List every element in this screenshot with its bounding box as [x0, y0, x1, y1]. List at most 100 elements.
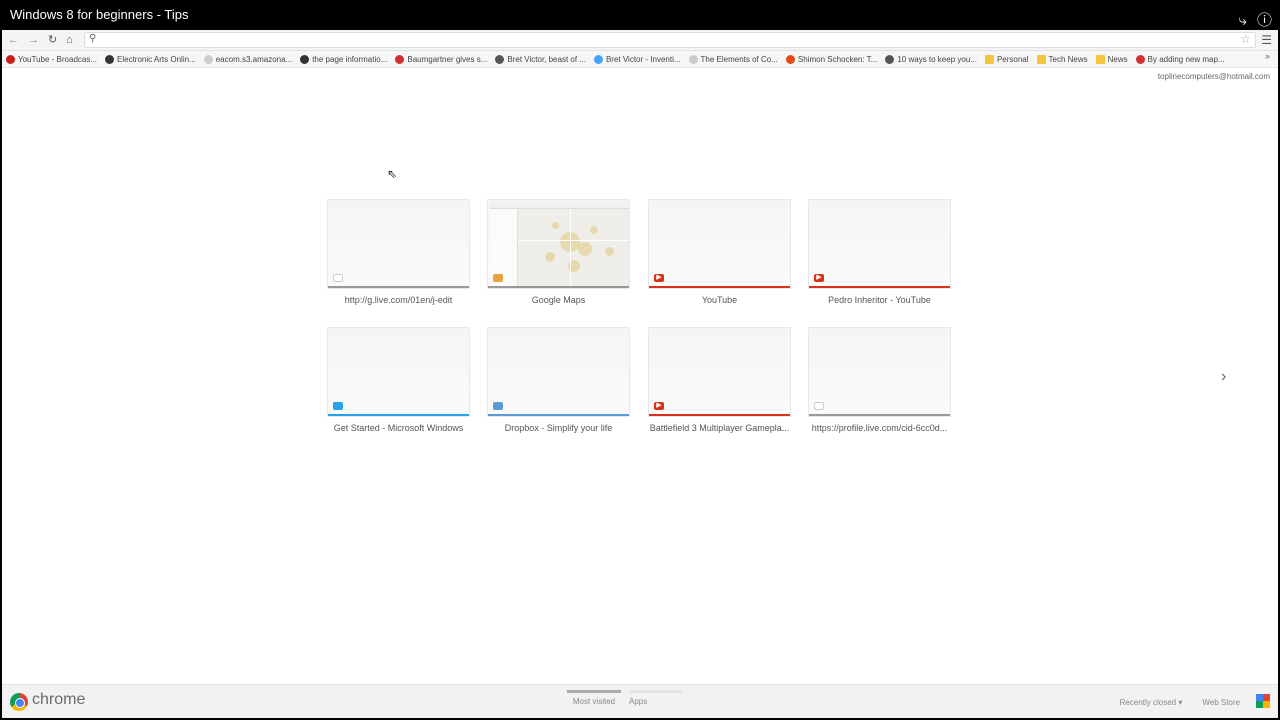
tile-color-bar — [809, 286, 950, 288]
bookmark-label: Shimon Schocken: T... — [797, 54, 878, 64]
bookmark-item[interactable]: The Elements of Co... — [688, 54, 778, 64]
tile-title[interactable]: http://g.live.com/01en/j-edit — [327, 295, 470, 305]
bookmark-item[interactable]: News — [1095, 54, 1128, 64]
tile-color-bar — [328, 414, 469, 416]
back-icon[interactable]: ← — [8, 33, 19, 47]
youtube-icon: ▶ — [814, 274, 824, 282]
most-visited-tile[interactable]: ▶ — [808, 199, 951, 289]
next-page-arrow-icon[interactable]: › — [1221, 368, 1226, 386]
web-store-icon[interactable] — [1256, 694, 1270, 708]
search-icon: ⚲ — [89, 33, 97, 44]
tab-apps[interactable]: Apps — [629, 690, 683, 706]
bookmark-star-icon[interactable]: ☆ — [1240, 32, 1251, 46]
menu-icon[interactable]: ☰ — [1261, 33, 1272, 47]
favicon-icon — [688, 54, 698, 64]
bookmark-label: Personal — [996, 54, 1029, 64]
tile-color-bar — [649, 414, 790, 416]
most-visited-tile[interactable]: ▶ — [648, 199, 791, 289]
tile-color-bar — [328, 286, 469, 288]
map-thumbnail — [490, 202, 629, 286]
bookmark-label: News — [1107, 54, 1128, 64]
favicon-icon — [495, 54, 505, 64]
bookmark-item[interactable]: Bret Victor, beast of ... — [495, 54, 586, 64]
maps-icon — [493, 274, 503, 282]
favicon-icon — [6, 54, 15, 64]
most-visited-tile[interactable] — [487, 199, 630, 289]
tile-color-bar — [809, 414, 950, 416]
tile-title[interactable]: Pedro Inheritor - YouTube — [808, 295, 951, 305]
favicon-icon — [203, 54, 213, 64]
tile-title[interactable]: https://profile.live.com/cid-6cc0d... — [808, 423, 951, 433]
page-icon — [814, 402, 824, 410]
account-email[interactable]: toplinecomputers@hotmail.com — [1158, 72, 1270, 81]
bookmark-item[interactable]: YouTube - Broadcas... — [6, 54, 98, 64]
reload-icon[interactable]: ↻ — [48, 33, 57, 47]
mouse-cursor-icon: ⇖ — [387, 167, 398, 181]
bookmark-label: Electronic Arts Onlin... — [117, 54, 196, 64]
youtube-icon: ▶ — [654, 274, 664, 282]
tile-color-bar — [649, 286, 790, 288]
folder-icon — [1036, 54, 1046, 64]
bookmark-label: Bret Victor - Inventi... — [605, 54, 681, 64]
most-visited-tile[interactable] — [327, 199, 470, 289]
tile-title[interactable]: Get Started - Microsoft Windows — [327, 423, 470, 433]
address-bar[interactable]: ⚲ ☆ — [84, 32, 1256, 48]
bookmark-label: Baumgartner gives s... — [407, 54, 488, 64]
favicon-icon — [785, 54, 795, 64]
tile-title[interactable]: Google Maps — [487, 295, 630, 305]
most-visited-tile[interactable] — [327, 327, 470, 417]
favicon-icon — [885, 54, 895, 64]
folder-icon — [984, 54, 994, 64]
tab-most-visited-label: Most visited — [572, 697, 616, 706]
bookmark-label: eacom.s3.amazona... — [215, 54, 293, 64]
bookmark-item[interactable]: Shimon Schocken: T... — [785, 54, 878, 64]
recently-closed-menu[interactable]: Recently closed ▾ — [1120, 698, 1183, 707]
most-visited-tile[interactable] — [487, 327, 630, 417]
bookmark-item[interactable]: Electronic Arts Onlin... — [105, 54, 196, 64]
tile-color-bar — [488, 414, 629, 416]
bookmark-item[interactable]: Personal — [984, 54, 1029, 64]
bookmark-label: Bret Victor, beast of ... — [507, 54, 586, 64]
video-frame: Windows 8 for beginners - Tips ⤷ ⓘ ← → ↻… — [0, 0, 1280, 720]
youtube-icon: ▶ — [654, 402, 664, 410]
bookmark-label: Tech News — [1048, 54, 1088, 64]
most-visited-tile[interactable]: ▶ — [648, 327, 791, 417]
tile-title[interactable]: Dropbox - Simplify your life — [487, 423, 630, 433]
most-visited-tile[interactable] — [808, 327, 951, 417]
bookmark-item[interactable]: the page informatio... — [300, 54, 388, 64]
web-store-link[interactable]: Web Store — [1202, 698, 1240, 707]
chrome-logo-icon — [10, 693, 28, 711]
video-title: Windows 8 for beginners - Tips — [10, 7, 189, 22]
favicon-icon — [1135, 54, 1145, 64]
bookmark-label: The Elements of Co... — [700, 54, 778, 64]
bookmark-item[interactable]: eacom.s3.amazona... — [203, 54, 293, 64]
favicon-icon — [105, 54, 115, 64]
favicon-icon — [300, 54, 310, 64]
browser-toolbar: ← → ↻ ⌂ ⚲ ☆ ☰ — [2, 30, 1278, 51]
chrome-brand: chrome — [32, 691, 86, 708]
bookmark-item[interactable]: 10 ways to keep you... — [885, 54, 977, 64]
tab-apps-label: Apps — [629, 697, 648, 706]
bookmark-item[interactable]: Bret Victor - Inventi... — [593, 54, 681, 64]
bookmark-item[interactable]: Baumgartner gives s... — [395, 54, 488, 64]
video-title-bar: Windows 8 for beginners - Tips ⤷ ⓘ — [0, 0, 1280, 30]
bookmark-item[interactable]: By adding new map... — [1135, 54, 1225, 64]
tile-title[interactable]: Battlefield 3 Multiplayer Gamepla... — [648, 423, 791, 433]
forward-icon[interactable]: → — [28, 33, 39, 47]
favicon-icon — [395, 54, 405, 64]
favicon-icon — [593, 54, 603, 64]
browser-window: ← → ↻ ⌂ ⚲ ☆ ☰ YouTube - Broadcas... Elect… — [2, 30, 1278, 718]
tile-color-bar — [488, 286, 629, 288]
bookmark-label: the page informatio... — [312, 54, 388, 64]
bookmark-label: By adding new map... — [1147, 54, 1225, 64]
bookmark-item[interactable]: Tech News — [1036, 54, 1088, 64]
folder-icon — [1095, 54, 1105, 64]
ntp-footer: chrome Most visited Apps Recently closed… — [2, 684, 1278, 718]
tile-title[interactable]: YouTube — [648, 295, 791, 305]
bookmark-label: YouTube - Broadcas... — [18, 54, 98, 64]
bookmarks-bar: YouTube - Broadcas... Electronic Arts Onl… — [2, 51, 1278, 68]
bookmarks-overflow-icon[interactable]: » — [1265, 51, 1270, 61]
tab-most-visited[interactable]: Most visited — [567, 690, 621, 706]
dropbox-icon — [493, 402, 503, 410]
home-icon[interactable]: ⌂ — [66, 33, 73, 47]
